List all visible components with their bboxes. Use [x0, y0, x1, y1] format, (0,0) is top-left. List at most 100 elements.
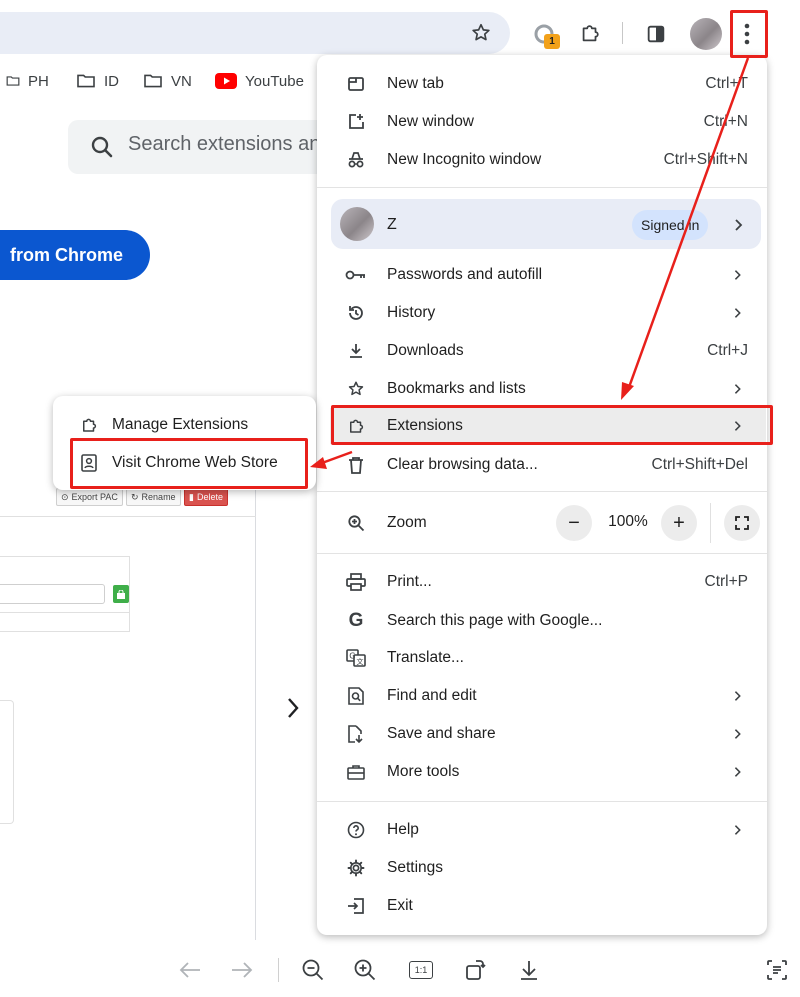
- menu-item-new-incognito[interactable]: New Incognito window Ctrl+Shift+N: [330, 142, 766, 178]
- menu-label: Passwords and autofill: [387, 266, 543, 283]
- bookmark-ph[interactable]: PH: [6, 68, 49, 94]
- signed-in-badge: Signed in: [632, 210, 709, 240]
- submenu-item-visit-web-store[interactable]: Visit Chrome Web Store: [60, 445, 310, 481]
- browser-toolbar: 1: [0, 0, 800, 60]
- menu-item-translate[interactable]: G文 Translate...: [330, 640, 766, 676]
- extensions-puzzle-icon[interactable]: [576, 19, 604, 47]
- history-icon: [345, 302, 367, 324]
- menu-item-clear-data[interactable]: Clear browsing data... Ctrl+Shift+Del: [330, 447, 766, 483]
- back-arrow-icon[interactable]: [176, 955, 204, 985]
- key-icon: [345, 264, 367, 286]
- star-icon: [345, 378, 367, 400]
- chevron-right-icon: [734, 767, 741, 777]
- chevron-right-icon: [734, 421, 741, 431]
- menu-item-history[interactable]: History: [330, 295, 766, 331]
- table-divider: [0, 612, 130, 613]
- zoom-value: 100%: [608, 513, 648, 530]
- folder-icon: [77, 74, 95, 88]
- menu-label: Translate...: [387, 649, 464, 666]
- menu-label: New window: [387, 113, 475, 130]
- save-share-icon: [345, 723, 367, 745]
- menu-item-find-edit[interactable]: Find and edit: [330, 678, 766, 714]
- add-from-chrome-button[interactable]: from Chrome: [0, 230, 150, 280]
- svg-text:G: G: [349, 652, 355, 661]
- fullscreen-icon: [735, 516, 749, 530]
- rename-label: Rename: [141, 492, 176, 502]
- translate-icon: G文: [345, 647, 367, 669]
- forward-arrow-icon[interactable]: [228, 955, 256, 985]
- profile-avatar[interactable]: [690, 18, 722, 50]
- menu-item-downloads[interactable]: Downloads Ctrl+J: [330, 333, 766, 369]
- menu-label: Bookmarks and lists: [387, 380, 526, 397]
- toolbar-divider: [622, 22, 623, 44]
- chevron-right-icon: [734, 384, 741, 394]
- bookmark-id[interactable]: ID: [76, 68, 119, 94]
- zoom-out-icon[interactable]: [298, 955, 328, 985]
- menu-label: New Incognito window: [387, 151, 542, 168]
- bookmark-youtube[interactable]: YouTube: [215, 68, 304, 94]
- download-icon[interactable]: [514, 955, 544, 985]
- actual-size-label: 1:1: [409, 961, 433, 979]
- chevron-right-icon: [734, 308, 741, 318]
- chevron-right-icon[interactable]: [286, 696, 300, 727]
- new-tab-icon: [345, 73, 367, 95]
- menu-item-save-share[interactable]: Save and share: [330, 716, 766, 752]
- export-icon: ⊙: [61, 491, 69, 502]
- menu-item-exit[interactable]: Exit: [330, 888, 766, 924]
- lock-icon[interactable]: [113, 585, 129, 603]
- bookmark-vn[interactable]: VN: [143, 68, 192, 94]
- profile-avatar-small: [340, 207, 374, 241]
- menu-label: Clear browsing data...: [387, 456, 538, 473]
- menu-item-settings[interactable]: Settings: [330, 850, 766, 886]
- trash-icon: [345, 454, 367, 476]
- zoom-icon: [345, 512, 367, 534]
- address-bar[interactable]: [0, 12, 510, 54]
- menu-label: Save and share: [387, 725, 496, 742]
- menu-item-passwords[interactable]: Passwords and autofill: [330, 257, 766, 293]
- export-pac-button[interactable]: ⊙ Export PAC: [56, 488, 123, 506]
- menu-item-more-tools[interactable]: More tools: [330, 754, 766, 790]
- rename-button[interactable]: ↻ Rename: [126, 488, 181, 506]
- youtube-icon: [215, 73, 237, 89]
- menu-label: Extensions: [387, 417, 463, 434]
- more-menu-icon[interactable]: [734, 17, 760, 51]
- bookmark-star-icon[interactable]: [468, 20, 494, 46]
- submenu-item-manage-extensions[interactable]: Manage Extensions: [60, 407, 310, 443]
- rotate-icon[interactable]: [460, 955, 490, 985]
- bookmark-label: YouTube: [245, 72, 304, 90]
- side-panel-icon[interactable]: [642, 20, 670, 48]
- zoom-in-icon[interactable]: [350, 955, 380, 985]
- menu-label: More tools: [387, 763, 460, 780]
- folder-icon: [6, 76, 20, 86]
- delete-label: Delete: [196, 492, 223, 502]
- panel-divider: [0, 516, 256, 517]
- menu-item-search-page[interactable]: G Search this page with Google...: [330, 603, 766, 639]
- profile-name: Z: [387, 216, 397, 233]
- menu-separator: [317, 801, 767, 802]
- menu-item-new-tab[interactable]: New tab Ctrl+T: [330, 66, 766, 102]
- menu-item-extensions[interactable]: Extensions: [330, 408, 766, 444]
- new-window-icon: [345, 111, 367, 133]
- svg-text:文: 文: [357, 657, 364, 666]
- menu-shortcut: Ctrl+Shift+N: [663, 151, 748, 168]
- text-recognition-icon[interactable]: [762, 955, 792, 985]
- menu-item-bookmarks[interactable]: Bookmarks and lists: [330, 371, 766, 407]
- actual-size-button[interactable]: 1:1: [406, 955, 436, 985]
- menu-item-print[interactable]: Print... Ctrl+P: [330, 564, 766, 600]
- menu-shortcut: Ctrl+N: [703, 113, 748, 130]
- fullscreen-button[interactable]: [724, 505, 760, 541]
- chevron-right-icon: [734, 218, 744, 237]
- menu-shortcut: Ctrl+T: [705, 75, 748, 92]
- submenu-label: Manage Extensions: [112, 416, 249, 433]
- zoom-out-button[interactable]: −: [556, 505, 592, 541]
- chevron-right-icon: [734, 270, 741, 280]
- delete-button[interactable]: ▮ Delete: [184, 488, 228, 506]
- bookmark-label: ID: [104, 72, 119, 90]
- chevron-right-icon: [734, 825, 741, 835]
- menu-item-new-window[interactable]: New window Ctrl+N: [330, 104, 766, 140]
- rule-input[interactable]: [0, 584, 105, 604]
- menu-item-help[interactable]: Help: [330, 812, 766, 848]
- menu-item-zoom: Zoom: [330, 505, 766, 541]
- menu-label: Zoom: [387, 514, 427, 531]
- zoom-in-button[interactable]: +: [661, 505, 697, 541]
